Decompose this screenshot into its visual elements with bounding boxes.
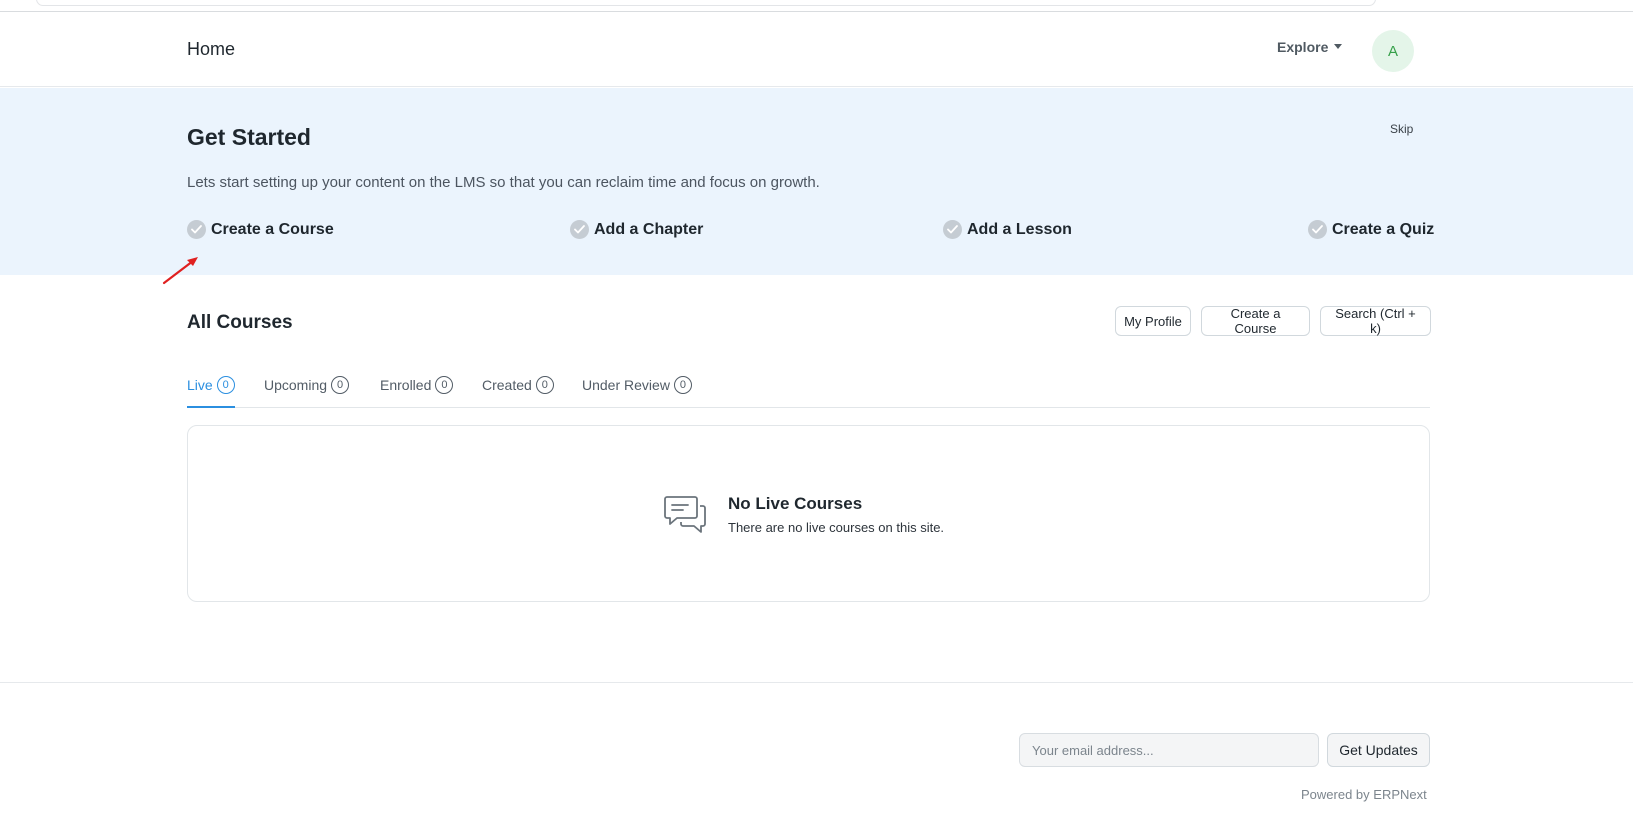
- step-add-lesson[interactable]: Add a Lesson: [943, 220, 1072, 239]
- powered-by-prefix: Powered by: [1301, 787, 1370, 802]
- tab-live[interactable]: Live 0: [187, 374, 235, 408]
- explore-dropdown[interactable]: Explore: [1277, 39, 1343, 55]
- check-circle-icon: [570, 220, 589, 239]
- user-avatar[interactable]: A: [1372, 30, 1414, 72]
- check-circle-icon: [943, 220, 962, 239]
- tab-count-badge: 0: [331, 376, 350, 394]
- my-profile-button[interactable]: My Profile: [1115, 306, 1191, 336]
- browser-top-strip: [0, 0, 1633, 12]
- empty-state-card: No Live Courses There are no live course…: [187, 425, 1430, 602]
- tab-label: Enrolled: [380, 377, 432, 393]
- step-label: Add a Lesson: [967, 220, 1072, 238]
- tab-count-badge: 0: [435, 376, 454, 394]
- step-create-course[interactable]: Create a Course: [187, 220, 334, 239]
- erpnext-link[interactable]: ERPNext: [1373, 787, 1426, 802]
- tab-created[interactable]: Created 0: [482, 374, 554, 408]
- avatar-initial: A: [1387, 42, 1398, 60]
- all-courses-title: All Courses: [187, 312, 293, 333]
- navbar: Home Explore A: [0, 12, 1633, 87]
- get-started-banner: Get Started Skip Lets start setting up y…: [0, 88, 1633, 275]
- get-updates-button[interactable]: Get Updates: [1327, 733, 1430, 767]
- check-circle-icon: [187, 220, 206, 239]
- empty-state-description: There are no live courses on this site.: [728, 520, 945, 535]
- step-label: Create a Course: [211, 220, 334, 238]
- tab-label: Under Review: [582, 377, 670, 393]
- annotation-arrow-icon: [162, 257, 198, 285]
- tab-count-badge: 0: [535, 376, 554, 394]
- powered-by-text: Powered by ERPNext: [1301, 787, 1427, 802]
- caret-down-icon: [1334, 43, 1343, 49]
- tab-count-badge: 0: [216, 376, 235, 394]
- home-link[interactable]: Home: [187, 39, 235, 60]
- tab-label: Live: [187, 377, 213, 393]
- tab-under-review[interactable]: Under Review 0: [582, 374, 692, 408]
- skip-link[interactable]: Skip: [1390, 122, 1413, 136]
- create-course-button[interactable]: Create a Course: [1201, 306, 1310, 336]
- step-add-chapter[interactable]: Add a Chapter: [570, 220, 703, 239]
- check-circle-icon: [1308, 220, 1327, 239]
- browser-address-bar[interactable]: [36, 0, 1376, 6]
- get-started-description: Lets start setting up your content on th…: [187, 174, 820, 191]
- empty-state-title: No Live Courses: [728, 494, 863, 513]
- search-button[interactable]: Search (Ctrl + k): [1320, 306, 1431, 336]
- tab-count-badge: 0: [673, 376, 692, 394]
- tab-label: Upcoming: [264, 377, 328, 393]
- get-started-title: Get Started: [187, 124, 311, 150]
- tab-upcoming[interactable]: Upcoming 0: [264, 374, 350, 408]
- email-input[interactable]: [1019, 733, 1319, 767]
- step-create-quiz[interactable]: Create a Quiz: [1308, 220, 1434, 239]
- footer: Get Updates Powered by ERPNext: [0, 682, 1633, 817]
- tab-label: Created: [482, 377, 532, 393]
- chat-bubbles-icon: [664, 496, 706, 533]
- course-tabs: Live 0 Upcoming 0 Enrolled 0 Created 0 U…: [187, 374, 1430, 408]
- step-label: Create a Quiz: [1332, 220, 1435, 238]
- tab-enrolled[interactable]: Enrolled 0: [380, 374, 454, 408]
- step-label: Add a Chapter: [594, 220, 704, 238]
- explore-label: Explore: [1277, 39, 1329, 55]
